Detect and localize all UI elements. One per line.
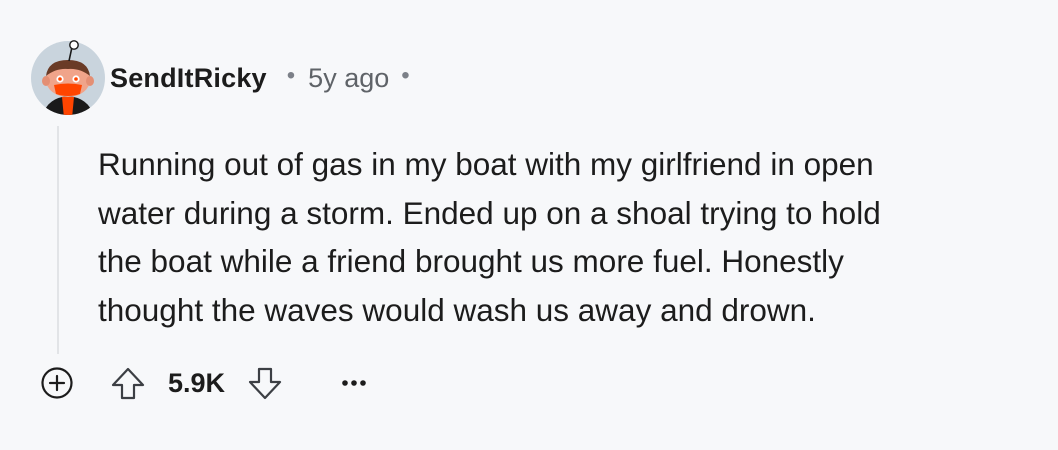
comment-header: SendItRicky • 5y ago • — [110, 58, 410, 98]
separator-dot: • — [401, 62, 410, 89]
downvote-button[interactable] — [245, 363, 285, 403]
avatar[interactable] — [28, 36, 108, 116]
comment-actions: 5.9K — [38, 363, 371, 403]
arrow-down-icon — [248, 367, 282, 400]
username[interactable]: SendItRicky — [110, 63, 267, 94]
arrow-up-icon — [111, 367, 145, 400]
separator-dot: • — [286, 62, 296, 89]
comment-body: Running out of gas in my boat with my gi… — [98, 146, 881, 328]
upvote-button[interactable] — [108, 363, 148, 403]
plus-circle-icon — [41, 367, 73, 399]
reddit-snoo-avatar-icon — [31, 40, 105, 115]
vote-score: 5.9K — [168, 367, 226, 398]
expand-button[interactable] — [38, 364, 76, 402]
ellipsis-icon — [342, 380, 366, 386]
more-options-button[interactable] — [337, 366, 371, 400]
timestamp[interactable]: 5y ago — [308, 63, 389, 94]
thread-line[interactable] — [57, 126, 59, 354]
comment: SendItRicky • 5y ago • Running out of ga… — [0, 0, 1058, 450]
